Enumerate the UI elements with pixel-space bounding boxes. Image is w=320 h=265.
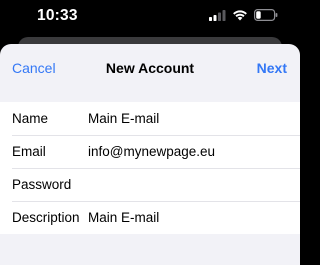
password-label: Password <box>12 177 72 192</box>
name-label: Name <box>12 111 49 126</box>
cellular-signal-icon <box>209 8 226 26</box>
password-row[interactable]: Password <box>0 168 300 201</box>
description-row[interactable]: Description Main E-mail <box>0 201 300 234</box>
email-row[interactable]: Email info@mynewpage.eu <box>0 135 300 168</box>
navigation-bar: Cancel New Account Next <box>0 44 300 92</box>
email-label: Email <box>12 144 46 159</box>
status-bar: 10:33 <box>0 0 300 34</box>
page-title: New Account <box>105 60 195 76</box>
description-field[interactable]: Main E-mail <box>88 210 159 225</box>
account-form: Name Main E-mail Email info@mynewpage.eu… <box>0 102 300 234</box>
name-row[interactable]: Name Main E-mail <box>0 102 300 135</box>
battery-icon <box>254 8 278 26</box>
wifi-icon <box>232 8 248 26</box>
status-icons <box>209 8 278 26</box>
screen: 10:33 Cancel New Account Next Name Main … <box>0 0 300 265</box>
next-button[interactable]: Next <box>257 60 287 76</box>
email-field[interactable]: info@mynewpage.eu <box>88 144 215 159</box>
description-label: Description <box>12 210 80 225</box>
status-time: 10:33 <box>37 7 78 24</box>
new-account-sheet: Cancel New Account Next Name Main E-mail… <box>0 44 300 265</box>
name-field[interactable]: Main E-mail <box>88 111 159 126</box>
